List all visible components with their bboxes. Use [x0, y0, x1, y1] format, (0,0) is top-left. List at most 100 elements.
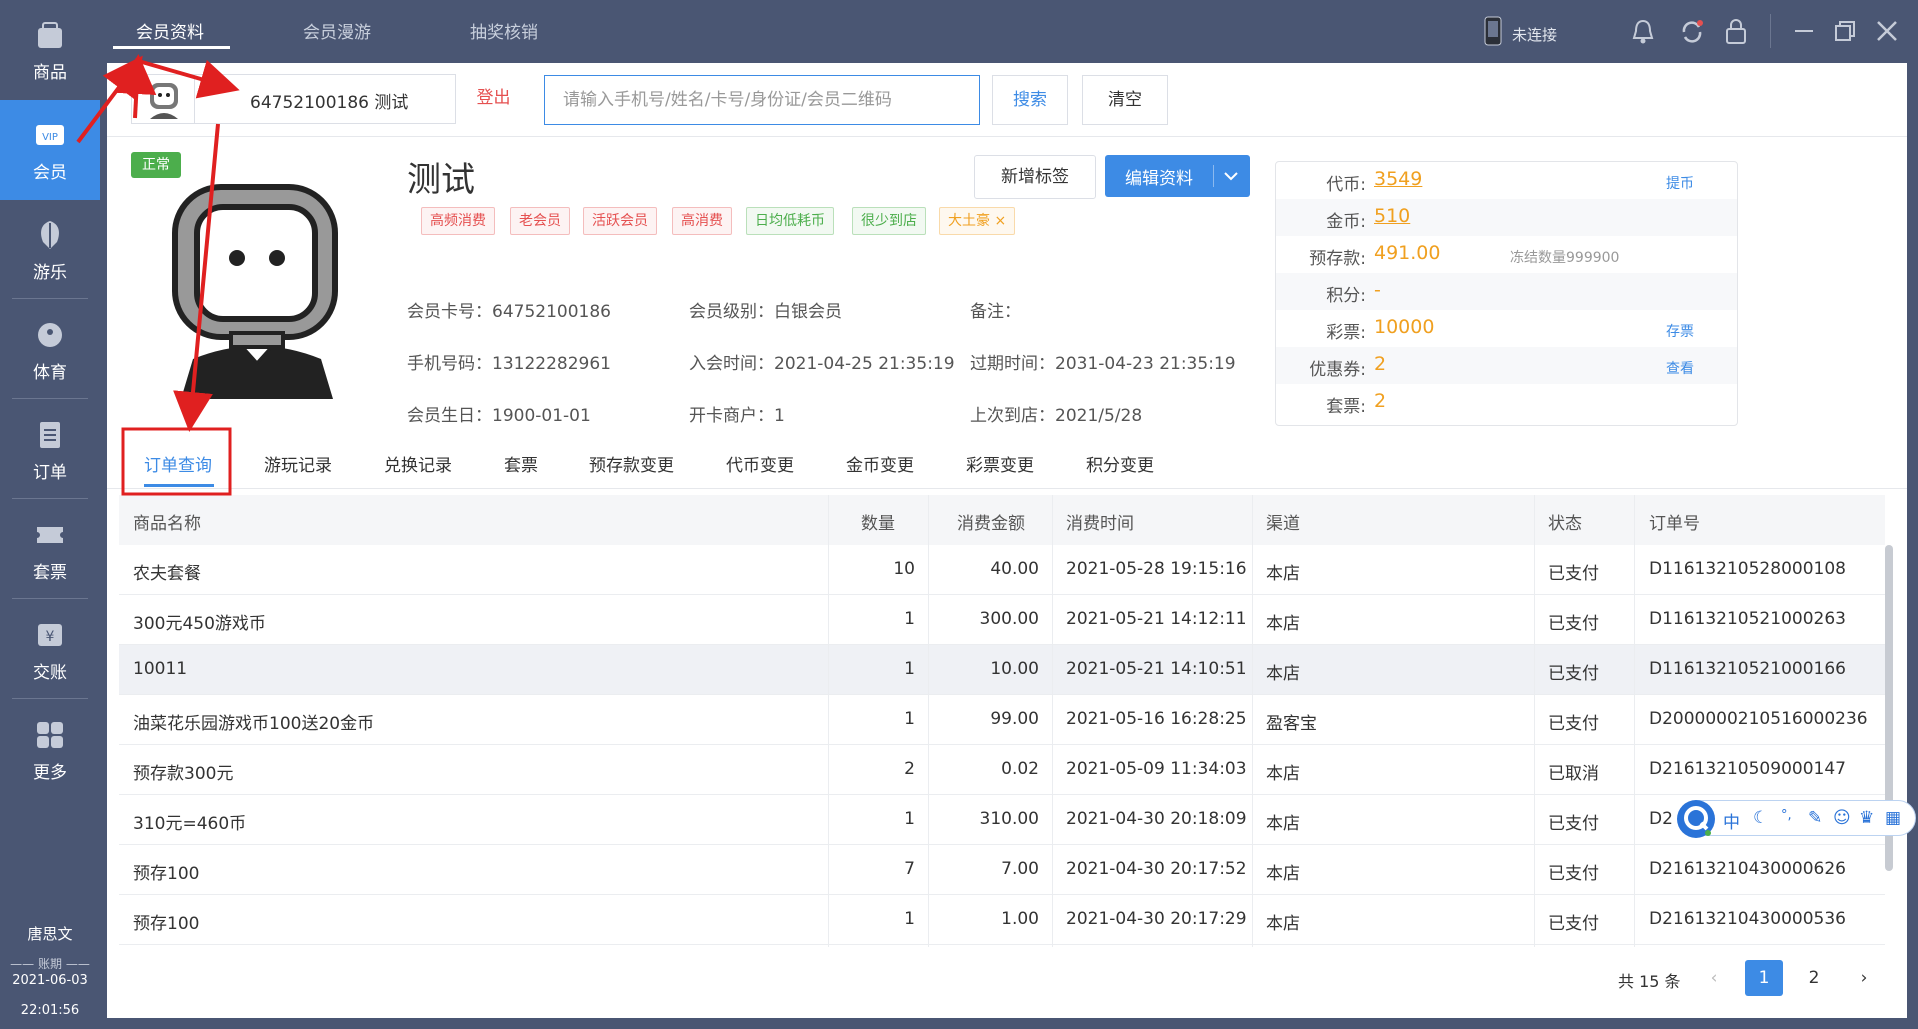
punctuation-icon[interactable]: °, [1781, 808, 1792, 823]
sidebar-item-goods[interactable]: 商品 [0, 0, 100, 100]
member-tag: 活跃会员 [583, 207, 657, 235]
lock-icon[interactable] [1724, 17, 1748, 45]
edit-profile-button[interactable]: 编辑资料 [1105, 155, 1250, 197]
ime-toolbar[interactable]: 中 ☾ °, ✎ ☺ ♛ ▦ [1677, 800, 1916, 838]
cell-qty: 7 [904, 859, 915, 879]
sidebar-item-ticket[interactable]: 套票 [0, 500, 100, 600]
skin-icon[interactable]: ♛ [1859, 808, 1874, 828]
member-tag-text: 高消费 [681, 213, 723, 229]
cell-product: 预存100 [133, 864, 200, 884]
page-1[interactable]: 1 [1745, 960, 1783, 996]
wrench-icon[interactable]: ✎ [1808, 808, 1822, 828]
sidebar-item-label: 更多 [33, 763, 67, 783]
cell-order-no: D11613210521000166 [1649, 659, 1846, 679]
bell-icon[interactable] [1630, 18, 1656, 46]
next-page-button[interactable]: › [1845, 960, 1883, 996]
table-row[interactable]: 10011 1 10.00 2021-05-21 14:10:51 本店 已支付 D1161… [119, 645, 1885, 695]
sidebar-item-sports[interactable]: 体育 [0, 300, 100, 400]
ime-mode[interactable]: 中 [1723, 808, 1740, 833]
tab-order-query[interactable]: 订单查询 [144, 451, 212, 476]
balance-row: 预存款: 491.00 冻结数量999900 [1276, 236, 1737, 273]
close-icon[interactable] [1876, 20, 1898, 42]
table-row[interactable]: 310元=460币 1 310.00 2021-04-30 20:18:09 本店 已支付… [119, 795, 1885, 845]
cell-amount: 10.00 [990, 659, 1039, 679]
tab-coin-changes[interactable]: 金币变更 [846, 451, 914, 476]
balance-value[interactable]: 3549 [1374, 168, 1422, 190]
info-birthday: 会员生日：1900-01-01 [407, 406, 591, 426]
emoji-icon[interactable]: ☺ [1833, 808, 1851, 828]
sidebar-item-more[interactable]: 更多 [0, 700, 100, 800]
search-input[interactable] [544, 75, 980, 125]
sync-icon[interactable] [1678, 18, 1706, 46]
page-2[interactable]: 2 [1795, 960, 1833, 996]
withdraw-link[interactable]: 提币 [1666, 173, 1694, 193]
member-tag-text: 老会员 [519, 213, 561, 229]
balance-value[interactable]: 510 [1374, 205, 1410, 227]
sidebar-item-order[interactable]: 订单 [0, 400, 100, 500]
tab-lottery-changes[interactable]: 彩票变更 [966, 451, 1034, 476]
grid-icon[interactable]: ▦ [1885, 808, 1901, 828]
cell-time: 2021-04-30 20:17:29 [1066, 909, 1247, 929]
restore-icon[interactable] [1834, 20, 1856, 42]
clear-button[interactable]: 清空 [1082, 75, 1168, 125]
cell-qty: 1 [904, 909, 915, 929]
minimize-icon[interactable] [1793, 20, 1815, 42]
member-tag: 很少到店 [852, 207, 926, 235]
view-coupons-link[interactable]: 查看 [1666, 358, 1694, 378]
tab-lottery-verify[interactable]: 抽奖核销 [470, 18, 538, 43]
col-header: 消费金额 [957, 514, 1025, 534]
cash-icon: ¥ [38, 624, 62, 646]
chevron-down-icon[interactable] [1223, 169, 1239, 183]
col-header: 渠道 [1266, 514, 1300, 534]
cell-amount: 310.00 [979, 809, 1039, 829]
tab-package-tickets[interactable]: 套票 [504, 451, 538, 476]
tab-play-records[interactable]: 游玩记录 [264, 451, 332, 476]
info-expire-time: 过期时间：2031-04-23 21:35:19 [970, 354, 1236, 374]
cell-channel: 本店 [1266, 564, 1300, 584]
sidebar-item-label: 商品 [33, 63, 67, 83]
moon-icon[interactable]: ☾ [1753, 808, 1768, 828]
table-row[interactable]: 300元450游戏币 1 300.00 2021-05-21 14:12:11 本店 已支… [119, 595, 1885, 645]
balance-row: 彩票: 10000 存票 [1276, 310, 1737, 347]
cell-status: 已支付 [1548, 664, 1599, 684]
tag-remove-icon[interactable]: × [994, 213, 1006, 229]
add-tag-button[interactable]: 新增标签 [974, 155, 1096, 199]
cell-time: 2021-04-30 20:17:52 [1066, 859, 1247, 879]
deposit-ticket-link[interactable]: 存票 [1666, 321, 1694, 341]
cell-product: 300元450游戏币 [133, 614, 266, 634]
tab-exchange-records[interactable]: 兑换记录 [384, 451, 452, 476]
sidebar-item-label: 交账 [33, 663, 67, 683]
table-row[interactable]: 预存款300元 2 0.02 2021-05-09 11:34:03 本店 已取消 D216… [119, 745, 1885, 795]
cell-product: 10011 [133, 659, 188, 679]
sidebar-item-label: 体育 [33, 363, 67, 383]
cell-channel: 本店 [1266, 764, 1300, 784]
prev-page-button[interactable]: ‹ [1695, 960, 1733, 996]
sidebar-item-cash[interactable]: ¥ 交账 [0, 600, 100, 700]
tab-points-changes[interactable]: 积分变更 [1086, 451, 1154, 476]
col-header: 数量 [861, 514, 895, 534]
search-button[interactable]: 搜索 [992, 75, 1068, 125]
table-row[interactable]: 油菜花乐园游戏币100送20金币 1 99.00 2021-05-16 16:28:2… [119, 695, 1885, 745]
cell-product: 油菜花乐园游戏币100送20金币 [133, 714, 375, 734]
cell-qty: 10 [893, 559, 915, 579]
tab-member-roaming[interactable]: 会员漫游 [303, 18, 371, 43]
tab-member-info[interactable]: 会员资料 [136, 18, 204, 43]
active-tab-underline [113, 46, 230, 49]
current-member-card: 64752100186 测试 [250, 93, 409, 113]
table-row[interactable]: 预存100 7 7.00 2021-04-30 20:17:52 本店 已支付 D21613… [119, 845, 1885, 895]
balance-row: 代币: 3549 提币 [1276, 162, 1737, 199]
logout-button[interactable]: 登出 [455, 74, 531, 124]
sidebar-item-vip[interactable]: VIP 会员 [0, 100, 100, 200]
member-tag-text: 很少到店 [861, 213, 917, 229]
tab-deposit-changes[interactable]: 预存款变更 [589, 451, 674, 476]
cell-order-no: D11613210521000263 [1649, 609, 1846, 629]
cell-status: 已支付 [1548, 564, 1599, 584]
col-header: 状态 [1548, 514, 1582, 534]
tab-token-changes[interactable]: 代币变更 [726, 451, 794, 476]
table-row[interactable]: 农夫套餐 10 40.00 2021-05-28 19:15:16 本店 已支付 D1161… [119, 545, 1885, 595]
balance-label: 预存款: [1309, 249, 1366, 269]
sidebar-item-ride[interactable]: 游乐 [0, 200, 100, 300]
ime-logo-icon [1677, 800, 1715, 838]
table-row[interactable]: 预存100 1 1.00 2021-04-30 20:17:29 本店 已支付 D21613… [119, 895, 1885, 945]
balance-label: 套票: [1326, 397, 1366, 417]
